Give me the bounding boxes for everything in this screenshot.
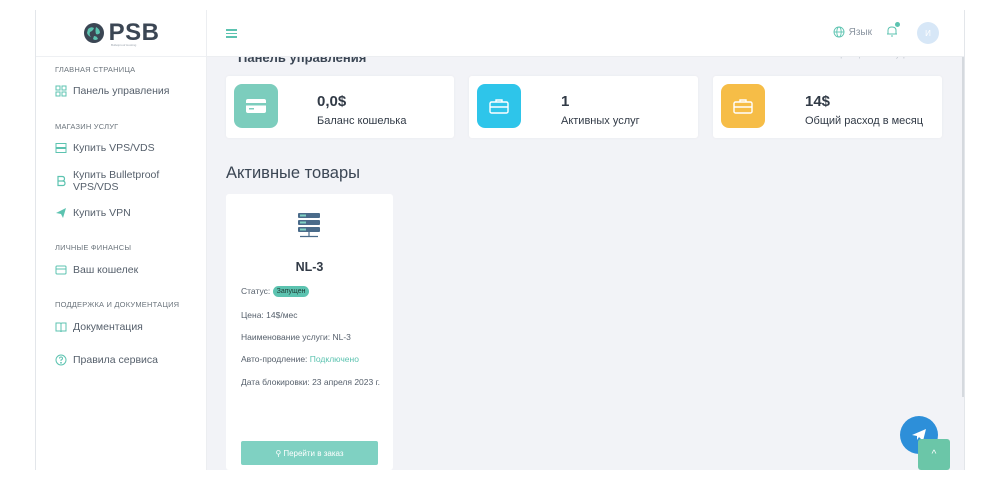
stat-value: 0,0$ <box>317 93 347 110</box>
active-products-heading: Активные товары <box>226 164 361 182</box>
key-icon: ⚲ <box>275 448 282 458</box>
product-price: Цена: 14$/мес <box>241 310 298 320</box>
product-name: NL-3 <box>295 260 324 274</box>
topbar: Язык И <box>207 10 964 57</box>
globe-logo-icon <box>83 23 104 43</box>
sidebar-item-rules[interactable]: Правила сервиса <box>36 350 158 370</box>
sidebar-item-label: Ваш кошелек <box>73 264 139 276</box>
book-icon <box>55 321 67 333</box>
server-icon <box>55 142 67 154</box>
sidebar-item-label: Правила сервиса <box>73 354 159 366</box>
sidebar: PSB Bulletproof Hosting ГЛАВНАЯ СТРАНИЦА… <box>36 10 207 470</box>
language-label: Язык <box>848 26 872 38</box>
language-switcher[interactable]: Язык <box>833 26 872 38</box>
stat-badge <box>477 84 521 128</box>
logo-text: PSB <box>108 19 160 46</box>
sidebar-item-docs[interactable]: Документация <box>36 317 143 337</box>
status-label: Статус: <box>241 286 271 296</box>
sidebar-section-support: ПОДДЕРЖКА И ДОКУМЕНТАЦИЯ <box>55 300 180 309</box>
menu-toggle-icon[interactable] <box>226 29 237 40</box>
wallet-icon <box>55 264 67 276</box>
renew-label: Авто-продление: <box>241 354 308 364</box>
stat-value: 1 <box>561 93 570 110</box>
sidebar-section-finance: ЛИЧНЫЕ ФИНАНСЫ <box>55 243 132 252</box>
sidebar-item-wallet[interactable]: Ваш кошелек <box>36 260 138 280</box>
question-icon <box>55 354 67 366</box>
sidebar-item-label: Документация <box>73 321 143 333</box>
stat-value: 14$ <box>805 93 831 110</box>
sidebar-item-label: Купить VPN <box>73 207 131 219</box>
stat-card-active-services: 1 Активных услуг <box>469 76 698 138</box>
bold-b-icon <box>55 175 67 187</box>
status-badge: Запущен <box>272 286 310 298</box>
chevron-up-icon: ^ <box>931 449 937 460</box>
product-card: NL-3 Статус: Запущен Цена: 14$/мес Наиме… <box>226 194 393 470</box>
sidebar-item-buy-vps[interactable]: Купить VPS/VDS <box>36 138 155 158</box>
logo[interactable]: PSB <box>36 10 206 57</box>
sidebar-item-buy-bulletproof-vps[interactable]: Купить Bulletproof VPS/VDS <box>36 169 206 193</box>
sidebar-item-label: Панель управления <box>73 85 170 97</box>
go-to-order-button[interactable]: ⚲ Перейти в заказ <box>241 441 378 465</box>
go-to-order-label: Перейти в заказ <box>283 448 344 458</box>
server-icon <box>298 213 320 238</box>
stat-label: Баланс кошелька <box>317 115 407 127</box>
stat-badge <box>234 84 278 128</box>
logo-subtitle: Bulletproof Hosting <box>111 43 137 47</box>
sidebar-section-shop: МАГАЗИН УСЛУГ <box>55 122 119 131</box>
renew-value[interactable]: Подключено <box>310 354 359 364</box>
product-service-name: Наименование услуги: NL-3 <box>241 332 351 342</box>
scrollbar[interactable] <box>962 57 964 397</box>
sidebar-item-label: Купить Bulletproof VPS/VDS <box>73 169 160 193</box>
product-status-row: Статус: Запущен <box>241 285 381 298</box>
avatar[interactable]: И <box>917 22 939 44</box>
sidebar-item-dashboard[interactable]: Панель управления <box>36 81 169 101</box>
grid-icon <box>55 85 67 97</box>
sidebar-section-home: ГЛАВНАЯ СТРАНИЦА <box>55 65 136 74</box>
stat-label: Общий расход в месяц <box>805 115 924 127</box>
scroll-to-top-button[interactable]: ^ <box>918 439 950 470</box>
stat-card-balance: 0,0$ Баланс кошелька <box>226 76 454 138</box>
stat-label: Активных услуг <box>561 115 640 127</box>
globe-icon <box>833 26 845 38</box>
briefcase-icon <box>733 99 753 114</box>
briefcase-icon <box>489 99 509 114</box>
notification-dot <box>895 22 900 27</box>
send-icon <box>55 207 67 219</box>
credit-card-icon <box>246 99 266 113</box>
product-renew-row: Авто-продление: Подключено <box>241 353 381 366</box>
sidebar-item-buy-vpn[interactable]: Купить VPN <box>36 203 131 223</box>
stat-badge <box>721 84 765 128</box>
product-block-date: Дата блокировки: 23 апреля 2023 г. <box>241 377 381 387</box>
stat-card-monthly-spend: 14$ Общий расход в месяц <box>713 76 942 138</box>
sidebar-item-label: Купить VPS/VDS <box>73 142 155 154</box>
